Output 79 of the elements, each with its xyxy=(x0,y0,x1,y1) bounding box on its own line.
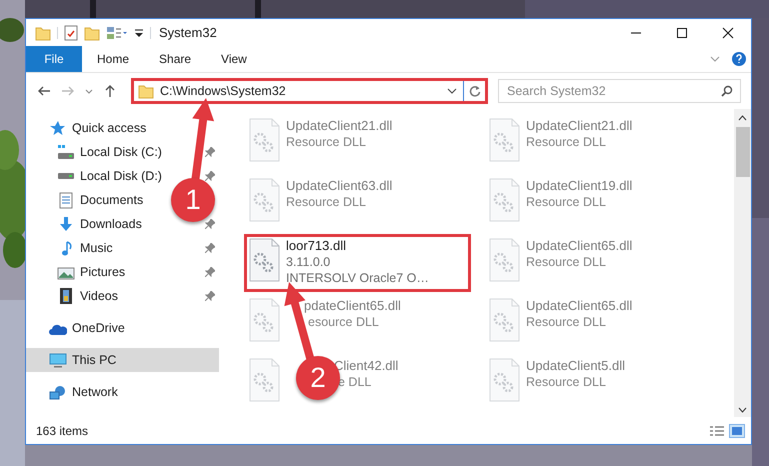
sidebar-item[interactable]: Pictures xyxy=(26,260,130,284)
back-button[interactable] xyxy=(37,84,51,98)
window-title: System32 xyxy=(159,24,217,42)
file-name: UpdateClient5.dll xyxy=(526,358,626,374)
star-icon xyxy=(49,120,67,136)
sidebar-item[interactable]: Music xyxy=(26,236,117,260)
scrollbar-thumb[interactable] xyxy=(736,127,750,177)
file-detail: INTERSOLV Oracle7 O… xyxy=(286,270,429,286)
up-button[interactable] xyxy=(103,84,117,98)
file-detail: Resource DLL xyxy=(526,314,607,330)
forward-arrow-icon xyxy=(61,84,75,98)
address-path: C:\Windows\System32 xyxy=(160,82,287,100)
file-name: UpdateClient21.dll xyxy=(286,118,392,134)
ribbon-tab[interactable]: Home xyxy=(82,46,144,72)
folder-icon xyxy=(35,24,51,40)
file-name: UpdateClient21.dll xyxy=(526,118,632,134)
large-icons-view-button[interactable] xyxy=(729,424,745,438)
refresh-icon xyxy=(468,85,480,97)
sidebar-item[interactable]: Local Disk (C:) xyxy=(26,140,166,164)
sidebar-item[interactable]: Quick access xyxy=(26,116,150,140)
search-field[interactable]: Search System32 xyxy=(498,79,741,103)
picture-icon xyxy=(57,264,75,280)
large-icons-view-icon xyxy=(730,424,744,436)
help-button[interactable] xyxy=(732,52,746,66)
sidebar-item[interactable]: This PC xyxy=(26,348,219,372)
file-name: loor713.dll xyxy=(286,238,347,254)
drive-icon xyxy=(57,144,75,160)
scrollbar[interactable] xyxy=(734,109,751,417)
file-detail: 3.11.0.0 xyxy=(286,254,332,270)
chevron-down-icon xyxy=(85,88,93,94)
file-tab[interactable]: File xyxy=(26,46,82,72)
sidebar-item[interactable]: OneDrive xyxy=(26,316,129,340)
folder-icon xyxy=(84,24,100,40)
ribbon-tab[interactable]: View xyxy=(206,46,262,72)
music-note-icon xyxy=(59,240,73,256)
file-name: UpdateClient65.dll xyxy=(526,298,632,314)
search-icon xyxy=(721,85,733,97)
file-detail: Resource DLL xyxy=(526,374,607,390)
properties-icon xyxy=(64,24,78,40)
file-name: pdateClient65.dll xyxy=(304,298,401,314)
monitor-icon xyxy=(49,352,67,368)
sidebar-item[interactable]: Videos xyxy=(26,284,122,308)
file-name: UpdateClient19.dll xyxy=(526,178,632,194)
file-detail: Resource DLL xyxy=(286,134,367,150)
download-icon xyxy=(57,216,75,232)
sidebar-item[interactable]: Local Disk (D:) xyxy=(26,164,166,188)
network-icon xyxy=(49,384,67,400)
maximize-icon xyxy=(675,26,689,38)
details-view-icon xyxy=(709,424,725,438)
file-item[interactable]: loor713.dll 3.11.0.0 INTERSOLV Oracle7 O… xyxy=(244,234,471,292)
sidebar-item[interactable]: Network xyxy=(26,380,122,404)
address-bar[interactable]: C:\Windows\System32 xyxy=(131,78,488,104)
document-icon xyxy=(57,192,75,208)
question-mark-icon xyxy=(735,54,743,64)
file-detail: Resource DLL xyxy=(526,254,607,270)
file-name: UpdateClient65.dll xyxy=(526,238,632,254)
customize-caret-icon xyxy=(134,28,144,38)
scroll-down-icon xyxy=(738,407,747,413)
file-detail: Resource DLL xyxy=(526,194,607,210)
details-view-button[interactable] xyxy=(709,424,725,438)
file-name: UpdateClient63.dll xyxy=(286,178,392,194)
file-detail: esource DLL xyxy=(308,314,380,330)
back-arrow-icon xyxy=(37,84,51,98)
file-detail: Resource DLL xyxy=(526,134,607,150)
chevron-down-icon xyxy=(710,56,720,62)
sidebar-item[interactable]: Downloads xyxy=(26,212,146,236)
scroll-up-icon xyxy=(738,115,747,121)
film-icon xyxy=(57,287,75,305)
chevron-down-icon xyxy=(447,88,457,94)
sidebar-item[interactable]: Documents xyxy=(26,188,148,212)
recent-locations-button[interactable] xyxy=(85,88,93,94)
view-list-icon xyxy=(106,26,128,40)
close-icon xyxy=(721,26,735,38)
drive-icon xyxy=(57,172,75,180)
ribbon-tab[interactable]: Share xyxy=(144,46,206,72)
file-detail: Resource DLL xyxy=(286,194,367,210)
folder-icon xyxy=(138,83,154,99)
up-arrow-icon xyxy=(103,84,117,98)
item-count: 163 items xyxy=(36,422,88,440)
